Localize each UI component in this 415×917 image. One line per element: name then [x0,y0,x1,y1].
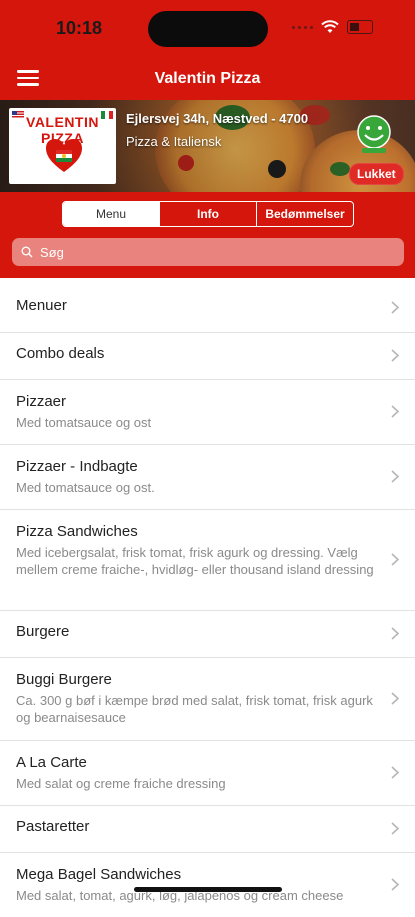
item-description: Med salat og creme fraiche dressing [16,776,226,791]
home-indicator [134,887,282,892]
tab-menu[interactable]: Menu [63,202,160,226]
wifi-icon [321,20,339,33]
list-item[interactable]: Pizzaer - Indbagte Med tomatsauce og ost… [0,445,415,510]
nav-bar: Valentin Pizza [0,58,415,100]
item-name: Pizzaer [16,393,67,410]
chevron-right-icon [391,822,399,835]
chevron-right-icon [391,470,399,483]
status-badge: Lukket [349,163,404,185]
list-item[interactable]: Combo deals [0,333,415,380]
chevron-right-icon [391,692,399,705]
chevron-right-icon [391,553,399,566]
item-name: Pastaretter [16,818,90,835]
list-item[interactable]: Pizza Sandwiches Med icebergsalat, frisk… [0,510,415,611]
segmented-control: Menu Info Bedømmelser [62,201,354,227]
chevron-right-icon [391,766,399,779]
battery-icon [347,20,373,34]
search-area [0,236,415,278]
chevron-right-icon [391,301,399,314]
item-name: Combo deals [16,345,105,362]
nav-title: Valentin Pizza [154,70,261,87]
search-input[interactable] [40,238,390,266]
list-item[interactable]: Burgere [0,611,415,658]
item-name: A La Carte [16,754,87,771]
list-item[interactable]: Pizzaer Med tomatsauce og ost [0,380,415,445]
signal-icon [292,25,313,29]
chevron-right-icon [391,878,399,891]
chevron-right-icon [391,405,399,418]
status-bar: 10:18 [0,0,415,58]
tab-info[interactable]: Info [160,202,257,226]
menu-category-list: Menuer Combo deals Pizzaer Med tomatsauc… [0,286,415,917]
smiley-rating-icon [357,115,391,153]
item-name: Menuer [16,297,67,314]
item-description: Ca. 300 g bøf i kæmpe brød med salat, fr… [16,693,373,725]
tab-reviews[interactable]: Bedømmelser [257,202,353,226]
item-description: Med tomatsauce og ost [16,415,152,430]
restaurant-cuisine: Pizza & Italiensk [126,134,222,149]
search-icon [21,246,33,258]
item-name: Buggi Burgere [16,671,112,688]
status-time: 10:18 [56,18,103,38]
list-item[interactable]: Menuer [0,286,415,333]
item-description: Med tomatsauce og ost. [16,480,155,495]
list-item[interactable]: Buggi Burgere Ca. 300 g bøf i kæmpe brød… [0,658,415,741]
list-item[interactable]: Pastaretter [0,806,415,853]
heart-icon [46,139,82,172]
item-name: Pizza Sandwiches [16,523,138,540]
item-name: Burgere [16,623,70,640]
list-item[interactable]: A La Carte Med salat og creme fraiche dr… [0,741,415,806]
dynamic-island [148,11,268,47]
search-bar[interactable] [12,238,404,266]
chevron-right-icon [391,627,399,640]
restaurant-banner: VALENTIN PIZZA Ejlersvej 34h, Næstved - … [0,100,415,192]
item-description: Med icebergsalat, frisk tomat, frisk agu… [16,545,374,577]
item-name: Mega Bagel Sandwiches [16,866,182,883]
tab-bar: Menu Info Bedømmelser [0,192,415,236]
restaurant-address: Ejlersvej 34h, Næstved - 4700 [126,111,309,126]
list-item[interactable]: Mega Bagel Sandwiches Med salat, tomat, … [0,853,415,917]
header-area: 10:18 Valentin Pizza VALENTIN PIZZA Ejle… [0,0,415,278]
restaurant-logo: VALENTIN PIZZA [9,108,116,184]
chevron-right-icon [391,349,399,362]
item-name: Pizzaer - Indbagte [16,458,138,475]
status-icons [292,20,373,34]
